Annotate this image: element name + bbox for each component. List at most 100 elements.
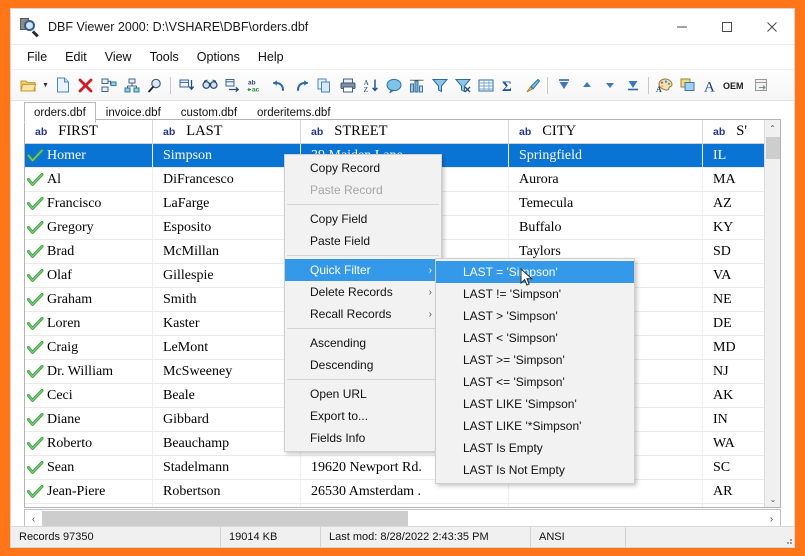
cell-street[interactable]: 32527 Katella St. [301, 504, 509, 507]
chart-icon[interactable] [405, 74, 428, 97]
context-menu-item-export-to[interactable]: Export to... [285, 405, 441, 427]
palette-icon[interactable]: A [653, 74, 676, 97]
column-header-last[interactable]: ab LAST [153, 120, 301, 143]
table-row[interactable]: Steve Chang32527 Katella St.AnchorageKS [25, 504, 780, 507]
cell-state[interactable]: AR [703, 480, 765, 503]
cell-state[interactable]: AK [703, 384, 765, 407]
cell-last[interactable]: Gibbard [153, 408, 301, 431]
cell-last[interactable]: LaFarge [153, 192, 301, 215]
undo-icon[interactable] [267, 74, 290, 97]
context-menu-item-quick-filter[interactable]: Quick Filter › [285, 259, 441, 281]
cell-last[interactable]: Robertson [153, 480, 301, 503]
memo-icon[interactable] [382, 74, 405, 97]
cell-last[interactable]: Chang [153, 504, 301, 507]
sum-icon[interactable]: Σ [497, 74, 520, 97]
new-file-icon[interactable] [51, 74, 74, 97]
table-row[interactable]: Jean-Piere Robertson 26530 Amsterdam . AR [25, 480, 780, 504]
cell-first[interactable]: Francisco [25, 192, 153, 215]
export-icon[interactable] [750, 74, 773, 97]
close-button[interactable] [749, 9, 794, 45]
horizontal-scroll-thumb[interactable] [42, 511, 408, 527]
minimize-button[interactable] [659, 9, 704, 45]
cell-state[interactable]: IL [703, 144, 765, 167]
filter-icon[interactable] [175, 74, 198, 97]
copy-icon[interactable] [313, 74, 336, 97]
context-menu-item-descending[interactable]: Descending [285, 354, 441, 376]
cell-state[interactable]: NJ [703, 360, 765, 383]
cell-first[interactable]: Graham [25, 288, 153, 311]
cell-state[interactable]: IN [703, 408, 765, 431]
cell-first[interactable]: Roberto [25, 432, 153, 455]
cell-first[interactable]: Steve [25, 504, 153, 507]
cell-state[interactable]: SD [703, 240, 765, 263]
first-record-icon[interactable] [552, 74, 575, 97]
cell-first[interactable]: Loren [25, 312, 153, 335]
cell-first[interactable]: Dr. William [25, 360, 153, 383]
cell-first[interactable]: Gregory [25, 216, 153, 239]
cell-state[interactable]: SC [703, 456, 765, 479]
find-icon[interactable] [198, 74, 221, 97]
menu-file[interactable]: File [18, 47, 56, 67]
cell-city[interactable]: Anchorage [509, 504, 703, 507]
last-record-icon[interactable] [621, 74, 644, 97]
cell-last[interactable]: McMillan [153, 240, 301, 263]
menu-tools[interactable]: Tools [141, 47, 188, 67]
context-menu-item-copy-record[interactable]: Copy Record [285, 157, 441, 179]
filter-funnel-icon[interactable] [428, 74, 451, 97]
context-menu-item-recall-records[interactable]: Recall Records › [285, 303, 441, 325]
menu-view[interactable]: View [96, 47, 141, 67]
quick-filter-item-last-simpson[interactable]: LAST >= 'Simpson' [436, 349, 634, 371]
quick-filter-item-last-simpson[interactable]: LAST <= 'Simpson' [436, 371, 634, 393]
cell-city[interactable]: Temecula [509, 192, 703, 215]
cell-first[interactable]: Craig [25, 336, 153, 359]
oem-icon[interactable]: OEM [722, 74, 750, 97]
redo-icon[interactable] [290, 74, 313, 97]
column-header-s-[interactable]: ab S' [703, 120, 765, 143]
maximize-button[interactable] [704, 9, 749, 45]
cell-state[interactable]: MD [703, 336, 765, 359]
goto-icon[interactable] [221, 74, 244, 97]
dropdown-caret-icon[interactable]: ▼ [40, 74, 51, 97]
cell-first[interactable]: Ceci [25, 384, 153, 407]
context-menu-item-copy-field[interactable]: Copy Field [285, 208, 441, 230]
context-menu-item-delete-records[interactable]: Delete Records › [285, 281, 441, 303]
cell-state[interactable]: WA [703, 432, 765, 455]
cell-state[interactable]: AZ [703, 192, 765, 215]
cell-last[interactable]: Simpson [153, 144, 301, 167]
brush-icon[interactable] [520, 74, 543, 97]
cell-last[interactable]: Stadelmann [153, 456, 301, 479]
column-header-street[interactable]: ab STREET [301, 120, 509, 143]
table-icon[interactable] [474, 74, 497, 97]
sort-az-icon[interactable]: A Z [359, 74, 382, 97]
cell-state[interactable]: KY [703, 216, 765, 239]
cell-state[interactable]: KS [703, 504, 765, 507]
column-header-city[interactable]: ab CITY [509, 120, 703, 143]
cell-first[interactable]: Al [25, 168, 153, 191]
indexes-icon[interactable] [120, 74, 143, 97]
cell-last[interactable]: Gillespie [153, 264, 301, 287]
prev-record-icon[interactable] [575, 74, 598, 97]
scroll-down-arrow[interactable]: ⌄ [765, 491, 780, 507]
cell-last[interactable]: LeMont [153, 336, 301, 359]
zoom-field-icon[interactable] [143, 74, 166, 97]
vertical-scroll-thumb[interactable] [766, 137, 780, 159]
cell-city[interactable]: Springfield [509, 144, 703, 167]
resize-grip-icon[interactable] [782, 534, 794, 546]
quick-filter-item-last-simpson[interactable]: LAST < 'Simpson' [436, 327, 634, 349]
font-icon[interactable]: A [699, 74, 722, 97]
delete-record-icon[interactable] [74, 74, 97, 97]
cell-last[interactable]: DiFrancesco [153, 168, 301, 191]
context-menu-item-ascending[interactable]: Ascending [285, 332, 441, 354]
windows-icon[interactable] [676, 74, 699, 97]
cell-state[interactable]: MA [703, 168, 765, 191]
filter-clear-icon[interactable] [451, 74, 474, 97]
menu-edit[interactable]: Edit [56, 47, 96, 67]
context-menu-item-fields-info[interactable]: Fields Info [285, 427, 441, 449]
cell-state[interactable]: VA [703, 264, 765, 287]
cell-first[interactable]: Homer [25, 144, 153, 167]
quick-filter-item-last-simpson[interactable]: LAST > 'Simpson' [436, 305, 634, 327]
cell-city[interactable]: Aurora [509, 168, 703, 191]
replace-icon[interactable]: ab ac [244, 74, 267, 97]
structure-icon[interactable] [97, 74, 120, 97]
table-row[interactable]: Sean Stadelmann 19620 Newport Rd. SC [25, 456, 780, 480]
